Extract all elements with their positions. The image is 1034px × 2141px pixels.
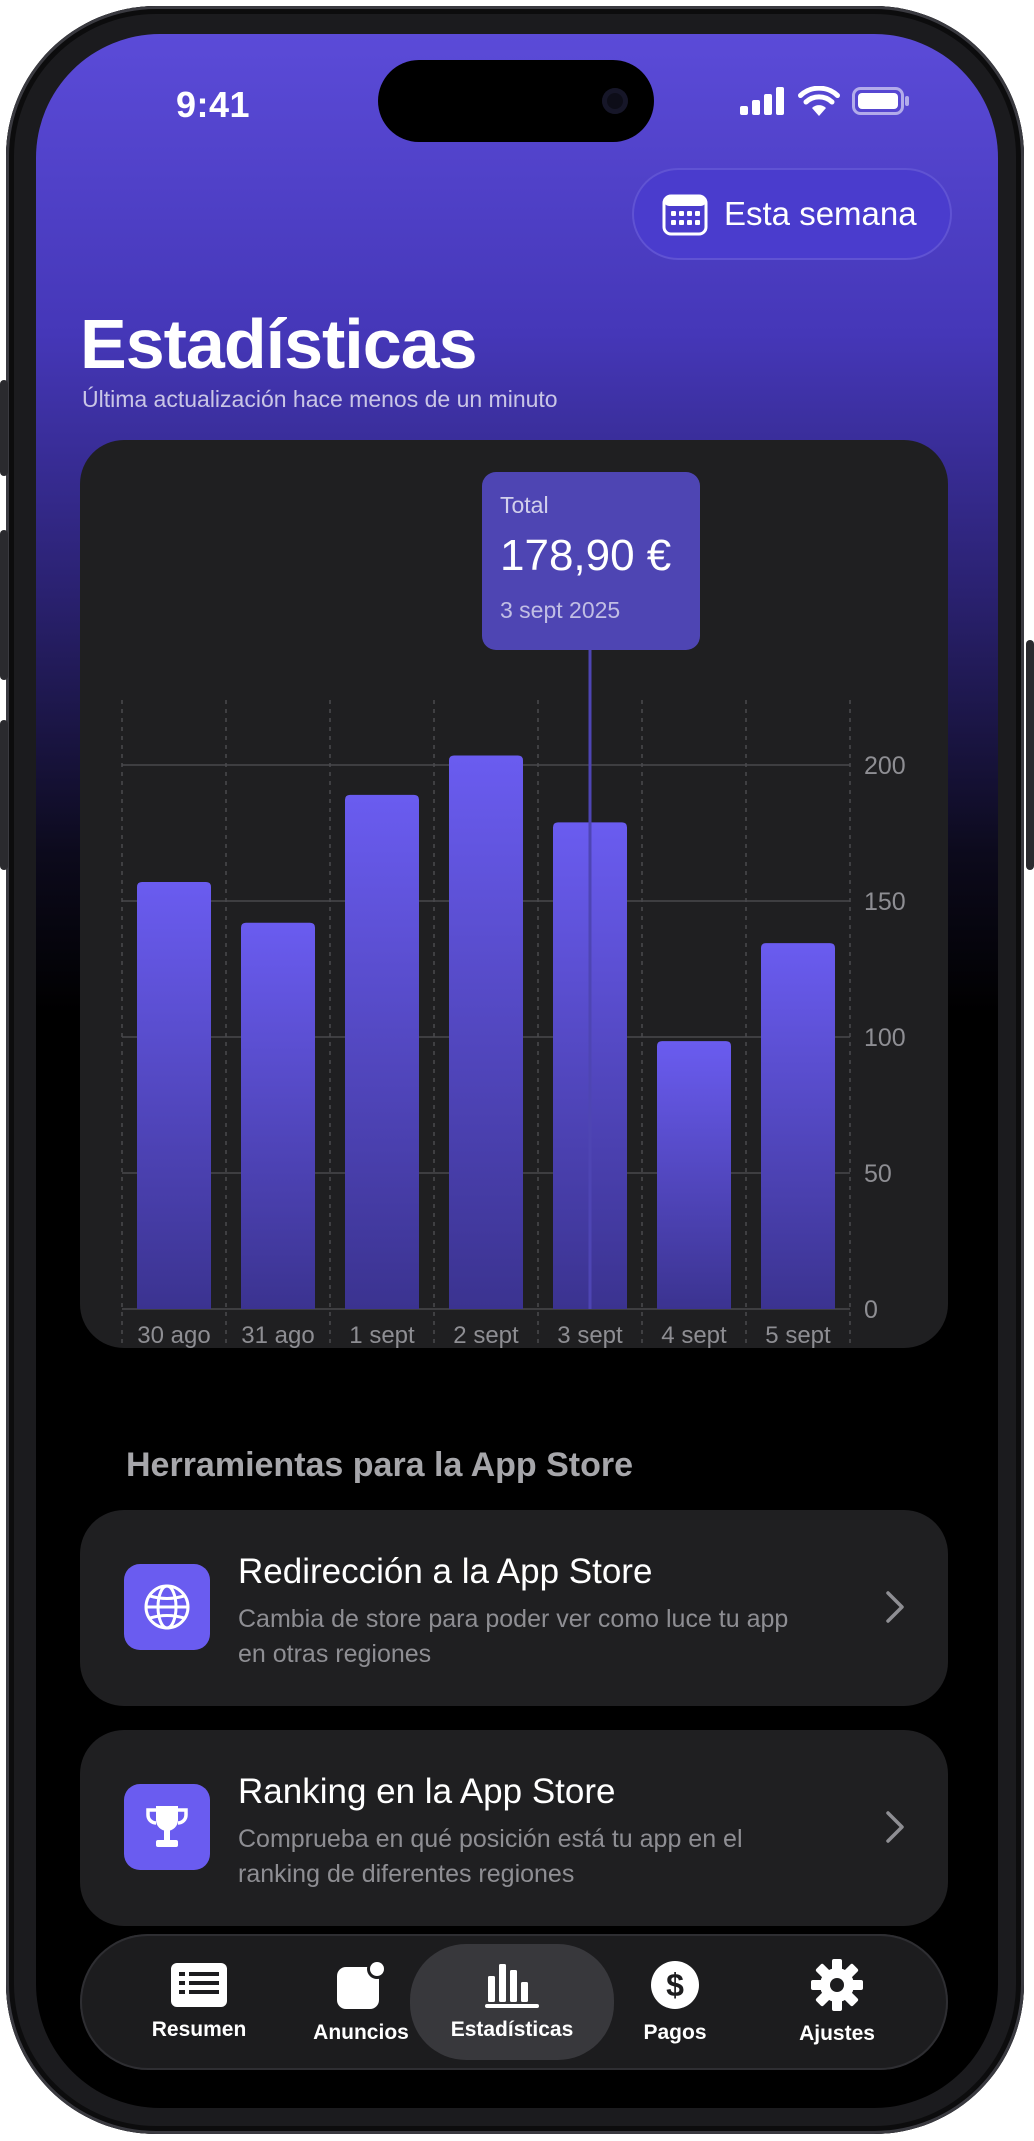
trophy-icon-container [124,1784,210,1870]
app-store-ranking-card[interactable]: Ranking en la App Store Comprueba en qué… [80,1730,948,1926]
screen: 9:41 Esta semana Estadísticas Última act… [36,34,998,2108]
tab-label: Ajustes [799,2022,875,2045]
volume-down-button [0,720,8,870]
globe-icon [144,1584,190,1630]
wifi-icon [798,86,840,116]
chevron-right-icon [886,1591,904,1623]
tab-ajustes[interactable]: Ajustes [762,1934,912,2070]
x-tick-label: 30 ago [137,1322,210,1348]
chart-bar[interactable] [345,794,419,1309]
tooltip-label: Total [500,492,549,518]
calendar-icon [662,194,708,236]
last-updated-text: Última actualización hace menos de un mi… [82,386,558,412]
x-tick-label: 31 ago [241,1322,314,1348]
y-tick-label: 200 [864,752,906,780]
cellular-signal-icon [740,87,784,115]
period-selector-button[interactable]: Esta semana [632,168,952,260]
status-time: 9:41 [176,84,251,125]
bar-chart-icon [485,1964,539,2008]
chart-bar[interactable] [449,755,523,1309]
x-tick-label: 2 sept [453,1322,519,1348]
y-tick-label: 50 [864,1160,892,1188]
dollar-icon: $ [651,1961,699,2009]
chart-bar[interactable] [241,922,315,1309]
camera-icon [602,88,628,114]
svg-text:$: $ [666,1967,684,2003]
page-title: Estadísticas [80,305,478,383]
period-selector-label: Esta semana [724,195,917,232]
tab-resumen[interactable]: Resumen [124,1934,274,2070]
tool-title: Ranking en la App Store [238,1772,616,1811]
announcement-icon [337,1959,387,2009]
dynamic-island [378,60,654,142]
x-tick-label: 5 sept [765,1322,831,1348]
gear-icon [811,1959,863,2011]
battery-icon [852,87,909,115]
tab-estadisticas[interactable]: Estadísticas [410,1944,614,2060]
list-icon [171,1963,227,2007]
tool-title: Redirección a la App Store [238,1552,653,1591]
tab-pagos[interactable]: $ Pagos [600,1934,750,2070]
chart-tooltip: Total 178,90 € 3 sept 2025 [482,472,700,650]
globe-icon-container [124,1564,210,1650]
tooltip-value: 178,90 € [500,531,672,580]
x-tick-label: 4 sept [661,1322,727,1348]
trophy-icon [146,1806,188,1847]
x-tick-label: 1 sept [349,1322,415,1348]
tab-label: Estadísticas [450,2018,574,2041]
tools-section-title: Herramientas para la App Store [126,1446,634,1484]
tool-description: Comprueba en qué posición está tu app en… [238,1825,743,1888]
tool-description: Cambia de store para poder ver como luce… [238,1605,789,1668]
y-tick-label: 0 [864,1296,878,1324]
x-tick-label: 3 sept [557,1322,623,1348]
chart-bar[interactable] [137,881,211,1309]
tab-label: Pagos [643,2021,707,2044]
y-tick-label: 150 [864,888,906,916]
tab-label: Anuncios [313,2021,409,2044]
revenue-chart-card: 0 50 100 150 200 30 ago 31 ago 1 sept 2 sept 3 se… [80,440,948,1348]
tooltip-date: 3 sept 2025 [500,597,621,623]
action-button [0,380,8,476]
chevron-right-icon [886,1811,904,1843]
tab-label: Resumen [151,2018,247,2041]
chart-bar[interactable] [657,1041,731,1309]
power-button [1026,640,1034,870]
app-store-redirect-card[interactable]: Redirección a la App Store Cambia de sto… [80,1510,948,1706]
status-bar: 9:41 [36,34,998,154]
volume-up-button [0,530,8,680]
y-tick-label: 100 [864,1024,906,1052]
chart-bar[interactable] [761,943,835,1309]
tab-bar: Resumen Anuncios Estadísticas $ Pagos Aj… [80,1934,948,2070]
status-icons [740,86,910,116]
